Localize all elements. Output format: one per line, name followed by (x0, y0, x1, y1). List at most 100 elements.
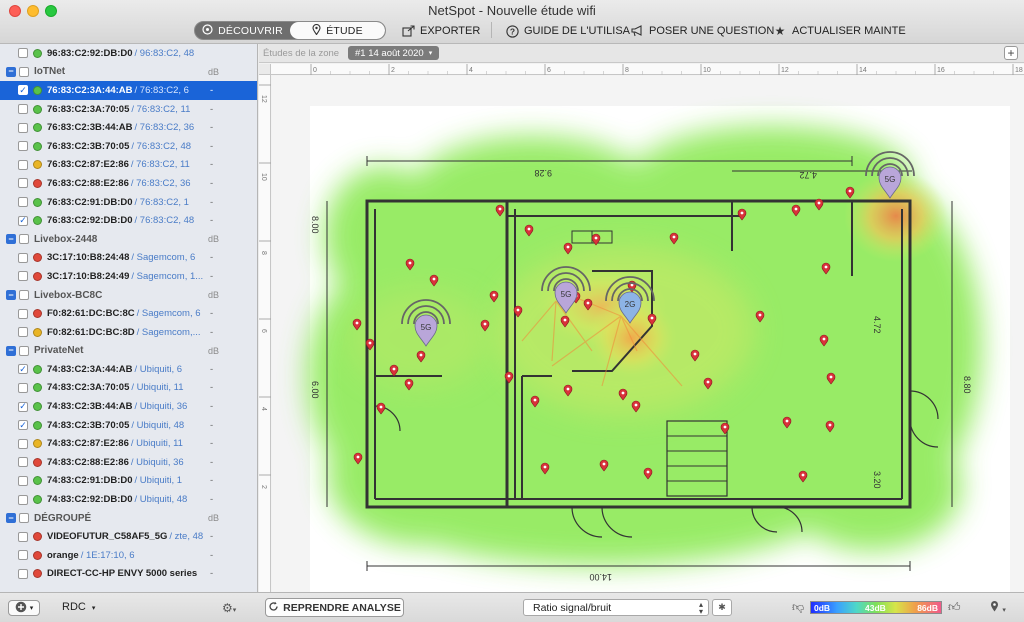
group-checkbox[interactable] (19, 290, 29, 301)
network-checkbox[interactable] (18, 382, 28, 393)
location-pin-menu-button[interactable]: ▾ (990, 600, 1006, 615)
network-list-item[interactable]: orange/ 1E:17:10, 6 - (0, 546, 257, 565)
network-checkbox[interactable]: ✓ (18, 401, 28, 412)
network-checkbox[interactable] (18, 178, 28, 189)
network-checkbox[interactable]: ✓ (18, 364, 28, 375)
network-list-item[interactable]: 76:83:C2:3B:44:AB/ 76:83:C2, 36 - (0, 118, 257, 137)
measurement-pin-center (356, 455, 360, 459)
floor-settings-button[interactable]: ⚙▾ (222, 601, 236, 615)
study-mode-button[interactable]: ÉTUDE (290, 22, 385, 39)
visualization-select[interactable]: Ratio signal/bruit ▴ ▾ (523, 599, 709, 616)
measurement-pin-center (794, 207, 798, 211)
network-checkbox[interactable] (18, 327, 28, 338)
network-list-item[interactable]: ✓ 74:83:C2:3B:70:05/ Ubiquiti, 48 - (0, 416, 257, 435)
network-checkbox[interactable] (18, 550, 28, 561)
network-checkbox[interactable] (18, 122, 28, 133)
network-checkbox[interactable] (18, 457, 28, 468)
refresh-now-button[interactable]: ★ ACTUALISER MAINTE (773, 24, 906, 38)
chevron-down-icon: ▾ (428, 50, 433, 57)
network-checkbox[interactable] (18, 197, 28, 208)
network-checkbox[interactable] (18, 271, 28, 282)
network-checkbox[interactable]: ✓ (18, 215, 28, 226)
group-checkbox[interactable] (19, 234, 29, 245)
network-list-item[interactable]: ✓ 74:83:C2:3B:44:AB / Ubiquiti, 36 - (0, 397, 257, 416)
network-list-item[interactable]: 96:83:C2:92:DB:D0/ 96:83:C2, 48 (0, 44, 257, 63)
network-list-item[interactable]: ✓ 74:83:C2:3A:44:AB / Ubiquiti, 6 - (0, 360, 257, 379)
network-checkbox[interactable] (18, 568, 28, 579)
network-list-item[interactable]: 76:83:C2:88:E2:86/ 76:83:C2, 36 - (0, 174, 257, 193)
collapse-icon[interactable]: − (6, 513, 16, 524)
floor-plan-canvas[interactable]: 9.28 4.72 8.00 8.80 6.00 4.72 3.20 14.00 (272, 76, 1024, 592)
resume-scan-button[interactable]: REPRENDRE ANALYSE (265, 598, 404, 617)
network-list-item[interactable]: 3C:17:10:B8:24:48/ Sagemcom, 6 - (0, 249, 257, 268)
export-button[interactable]: EXPORTER (401, 24, 480, 38)
ask-question-button[interactable]: POSER UNE QUESTION (630, 24, 774, 38)
network-checkbox[interactable]: ✓ (18, 420, 28, 431)
group-checkbox[interactable] (19, 345, 29, 356)
thumbs-up-icon[interactable]: 👍︎ (948, 600, 961, 615)
dimension-label: 8.80 (962, 376, 972, 394)
network-list-item[interactable]: 74:83:C2:87:E2:86/ Ubiquiti, 11 - (0, 434, 257, 453)
network-vendor-channel: / Ubiquiti, 36 (130, 456, 184, 468)
measurement-pin-center (621, 391, 625, 395)
chevron-down-icon: ▾ (1002, 607, 1006, 614)
measurement-pin-center (408, 261, 412, 265)
floor-selector[interactable]: RDC ▾ (62, 601, 95, 613)
network-list-item[interactable]: ✓ 76:83:C2:3A:44:AB/ 76:83:C2, 6 - (0, 81, 257, 100)
network-group-header[interactable]: − PrivateNet dB (0, 342, 257, 361)
tab-study-1[interactable]: #1 14 août 2020 ▾ (348, 46, 440, 60)
group-checkbox[interactable] (19, 66, 29, 77)
network-list-item[interactable]: F0:82:61:DC:BC:8D / Sagemcom,... - (0, 323, 257, 342)
network-vendor-channel: / Ubiquiti, 11 (130, 438, 183, 450)
network-checkbox[interactable] (18, 438, 28, 449)
collapse-icon[interactable]: − (6, 345, 16, 356)
export-icon (401, 24, 415, 38)
network-list-item[interactable]: 76:83:C2:3A:70:05/ 76:83:C2, 11 - (0, 100, 257, 119)
network-list-item[interactable]: 74:83:C2:91:DB:D0/ Ubiquiti, 1 - (0, 472, 257, 491)
network-checkbox[interactable] (18, 48, 28, 59)
discover-mode-button[interactable]: DÉCOUVRIR (195, 22, 290, 39)
network-list-item[interactable]: 74:83:C2:88:E2:86/ Ubiquiti, 36 - (0, 453, 257, 472)
network-list-item[interactable]: 74:83:C2:3A:70:05/ Ubiquiti, 11 - (0, 379, 257, 398)
collapse-icon[interactable]: − (6, 66, 16, 77)
add-floor-button[interactable]: ▾ (8, 600, 40, 616)
network-group-header[interactable]: − Livebox-BC8C dB (0, 286, 257, 305)
network-list-item[interactable]: VIDEOFUTUR_C58AF5_5G / zte, 48- (0, 527, 257, 546)
network-list-item[interactable]: 76:83:C2:87:E2:86/ 76:83:C2, 11 - (0, 156, 257, 175)
ruler-tick-label: 4 (260, 407, 267, 411)
ruler-tick-label: 16 (937, 67, 945, 74)
network-bssid: 76:83:C2:3B:44:AB (47, 122, 133, 134)
network-checkbox[interactable] (18, 252, 28, 263)
network-checkbox[interactable] (18, 531, 28, 542)
network-checkbox[interactable] (18, 141, 28, 152)
network-signal-value: - (210, 456, 214, 468)
floor-plan-svg[interactable]: 9.28 4.72 8.00 8.80 6.00 4.72 3.20 14.00 (272, 76, 1024, 592)
network-checkbox[interactable] (18, 475, 28, 486)
network-list-item[interactable]: 74:83:C2:92:DB:D0/ Ubiquiti, 48 - (0, 490, 257, 509)
network-list-item[interactable]: 76:83:C2:3B:70:05/ 76:83:C2, 48 - (0, 137, 257, 156)
network-group-header[interactable]: − Livebox-2448 dB (0, 230, 257, 249)
network-group-header[interactable]: − IoTNet dB (0, 63, 257, 82)
signal-status-dot (33, 160, 42, 170)
thumbs-down-icon[interactable]: 👎︎ (792, 600, 804, 615)
network-bssid: 76:83:C2:87:E2:86 (47, 159, 129, 171)
collapse-icon[interactable]: − (6, 234, 16, 245)
network-list-item[interactable]: DIRECT-CC-HP ENVY 5000 series - (0, 565, 257, 584)
collapse-icon[interactable]: − (6, 290, 16, 301)
network-checkbox[interactable]: ✓ (18, 85, 28, 96)
network-checkbox[interactable] (18, 494, 28, 505)
network-list-item[interactable]: ✓ 76:83:C2:92:DB:D0/ 76:83:C2, 48 - (0, 211, 257, 230)
network-list-item[interactable]: 3C:17:10:B8:24:49/ Sagemcom, 1... - (0, 267, 257, 286)
network-checkbox[interactable] (18, 308, 28, 319)
network-list-item[interactable]: F0:82:61:DC:BC:8C / Sagemcom, 6- (0, 304, 257, 323)
network-checkbox[interactable] (18, 104, 28, 115)
group-checkbox[interactable] (19, 513, 29, 524)
network-group-header[interactable]: − DÉGROUPÉ dB (0, 509, 257, 528)
add-study-button[interactable]: + (1004, 46, 1018, 60)
signal-status-dot (33, 85, 42, 95)
network-checkbox[interactable] (18, 159, 28, 170)
visualization-options-button[interactable]: ✱ (712, 599, 732, 616)
user-guide-button[interactable]: ? GUIDE DE L'UTILISA (505, 24, 630, 38)
network-list-item[interactable]: 76:83:C2:91:DB:D0/ 76:83:C2, 1 - (0, 193, 257, 212)
db-column-label: dB (208, 513, 220, 524)
